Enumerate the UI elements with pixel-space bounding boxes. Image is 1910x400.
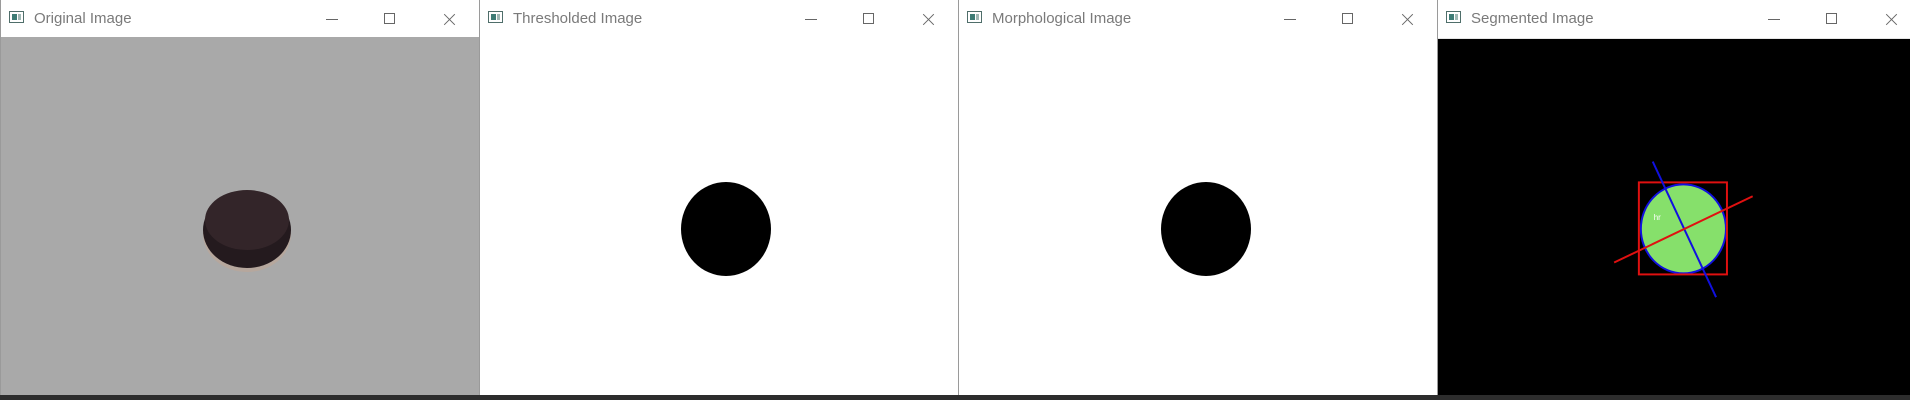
titlebar[interactable]: Segmented Image <box>1438 0 1910 37</box>
morph-object <box>1161 182 1251 276</box>
original-image-window[interactable]: Original Image <box>0 0 479 400</box>
close-icon[interactable] <box>1384 4 1430 34</box>
titlebar[interactable]: Thresholded Image <box>480 0 958 37</box>
window-title: Thresholded Image <box>513 10 643 27</box>
window-title: Morphological Image <box>992 10 1132 27</box>
close-icon[interactable] <box>426 4 472 34</box>
minimize-icon[interactable] <box>1751 4 1797 34</box>
maximize-icon[interactable] <box>1325 4 1371 34</box>
app-icon <box>9 11 24 23</box>
morphological-image-window[interactable]: Morphological Image <box>958 0 1437 400</box>
minimize-icon[interactable] <box>1267 4 1313 34</box>
thresholded-image-window[interactable]: Thresholded Image <box>479 0 958 400</box>
app-icon <box>967 11 982 23</box>
close-icon[interactable] <box>1868 4 1910 34</box>
segmented-image-canvas: hr <box>1438 38 1910 399</box>
minimize-icon[interactable] <box>788 4 834 34</box>
close-icon[interactable] <box>905 4 951 34</box>
window-title: Segmented Image <box>1471 10 1594 27</box>
window-title: Original Image <box>34 10 132 27</box>
app-icon <box>488 11 503 23</box>
app-icon <box>1446 11 1461 23</box>
titlebar[interactable]: Morphological Image <box>959 0 1437 37</box>
maximize-icon[interactable] <box>367 4 413 34</box>
taskbar-strip <box>0 395 1910 400</box>
minimize-icon[interactable] <box>309 4 355 34</box>
thresholded-image-canvas <box>480 37 958 400</box>
maximize-icon[interactable] <box>1809 4 1855 34</box>
segmented-image-window[interactable]: Segmented Image hr <box>1437 0 1910 400</box>
titlebar[interactable]: Original Image <box>1 0 479 37</box>
object-top <box>205 190 289 250</box>
binary-object <box>681 182 771 276</box>
overlay-label: hr <box>1654 213 1661 222</box>
maximize-icon[interactable] <box>846 4 892 34</box>
original-image-canvas <box>1 37 479 400</box>
morphological-image-canvas <box>959 37 1437 400</box>
